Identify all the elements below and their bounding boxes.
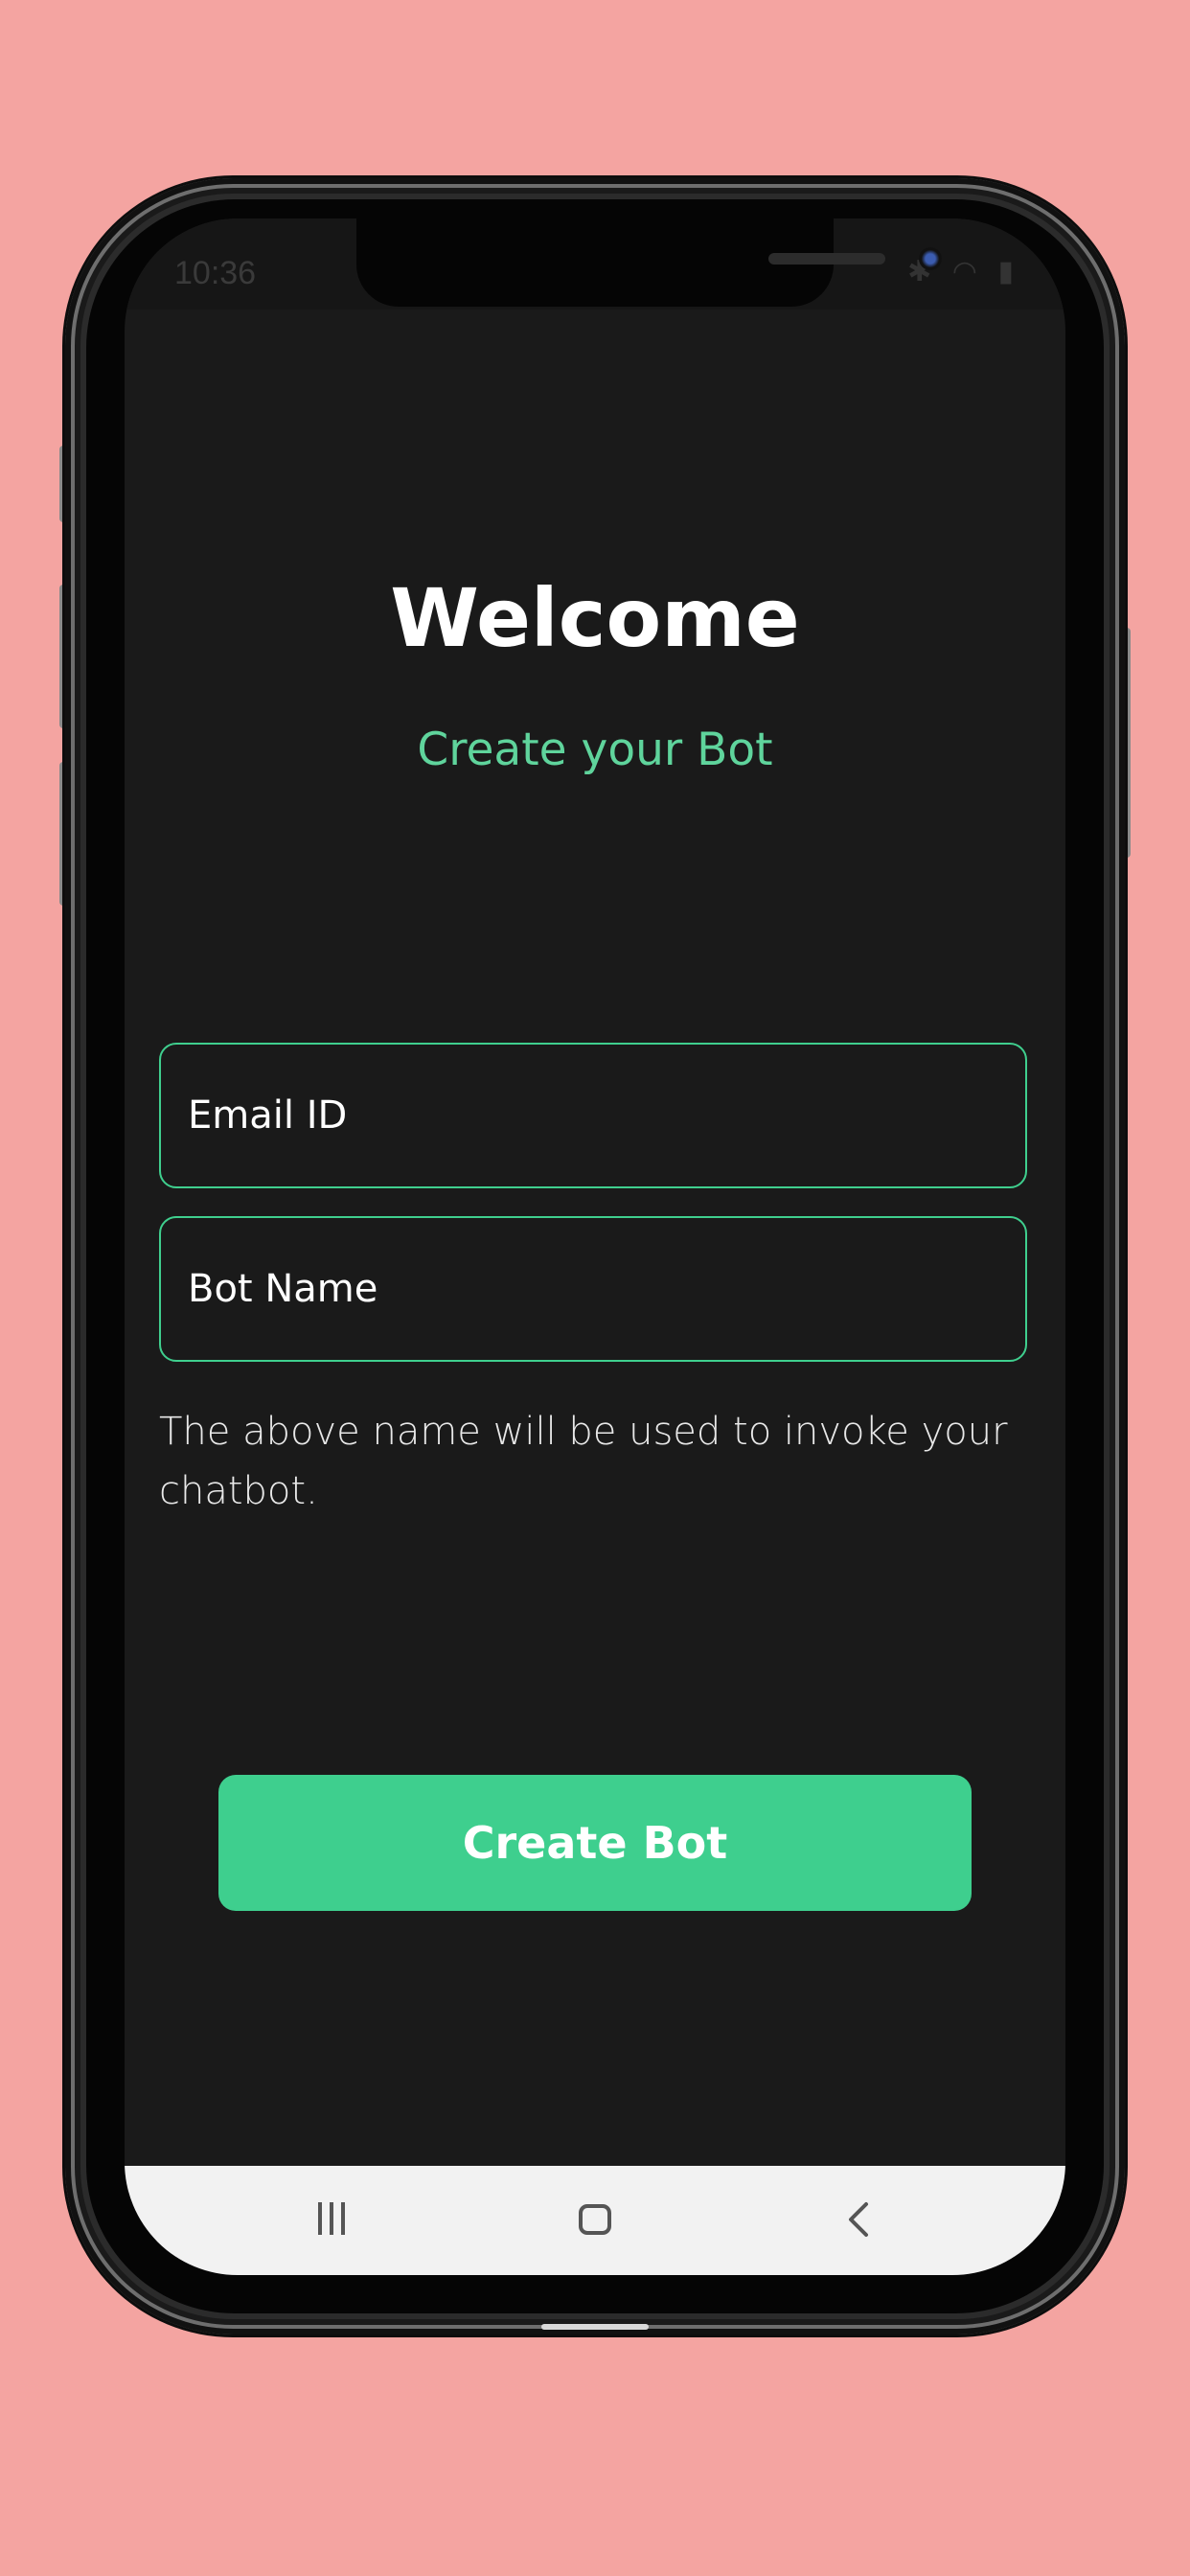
signal-icon: ▮	[997, 255, 1019, 288]
bot-name-input[interactable]	[186, 1266, 1014, 1312]
back-icon[interactable]	[839, 2198, 881, 2241]
email-input[interactable]	[186, 1092, 1014, 1138]
wifi-icon: ◠	[951, 255, 983, 288]
speaker-grille	[768, 253, 885, 264]
notch	[356, 218, 942, 307]
bot-name-field[interactable]	[159, 1216, 1027, 1362]
app-screen: 10:36 ✱ ◠ ▮ Welcome Create your Bot The …	[125, 218, 1065, 2275]
email-field[interactable]	[159, 1043, 1027, 1188]
phone-bottom-slit	[541, 2324, 649, 2330]
system-nav-bar	[125, 2166, 1065, 2275]
page-title: Welcome	[390, 571, 800, 665]
bot-name-hint: The above name will be used to invoke yo…	[159, 1410, 1008, 1513]
front-camera	[919, 247, 942, 270]
create-bot-button[interactable]: Create Bot	[218, 1775, 972, 1911]
page-subtitle: Create your Bot	[417, 724, 773, 776]
home-icon[interactable]	[575, 2198, 617, 2241]
status-time: 10:36	[174, 255, 257, 291]
recents-icon[interactable]	[312, 2198, 355, 2241]
